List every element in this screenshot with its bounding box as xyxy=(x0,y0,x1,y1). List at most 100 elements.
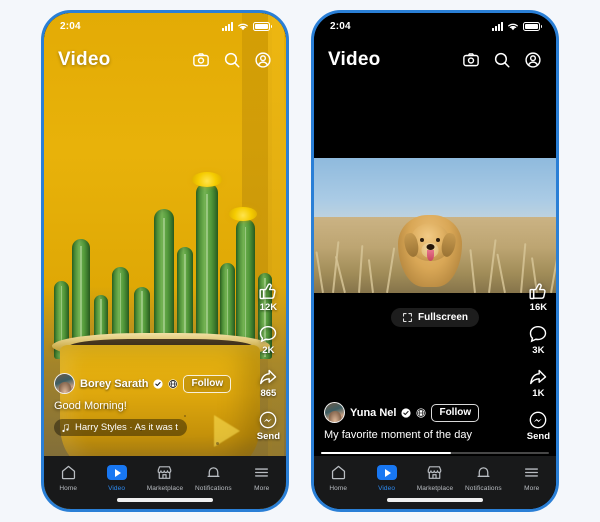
verified-badge-icon xyxy=(153,378,164,389)
nav-item-marketplace[interactable]: Marketplace xyxy=(142,463,188,492)
video-progress-bar[interactable] xyxy=(321,451,549,454)
pot-speck xyxy=(216,442,219,445)
fullscreen-label: Fullscreen xyxy=(417,312,469,323)
nav-item-more[interactable]: More xyxy=(239,463,285,492)
header-actions xyxy=(192,51,272,69)
dog-head xyxy=(402,223,458,261)
camera-icon[interactable] xyxy=(462,51,480,69)
comment-count: 3K xyxy=(532,345,545,356)
post-caption: My favorite moment of the day xyxy=(324,429,472,441)
search-icon[interactable] xyxy=(493,51,511,69)
thumbs-up-icon xyxy=(529,283,547,300)
messenger-icon xyxy=(530,411,547,429)
globe-icon xyxy=(416,407,427,418)
wifi-icon xyxy=(238,23,248,30)
video-icon xyxy=(376,463,397,482)
status-time: 2:04 xyxy=(330,20,351,32)
share-count: 1K xyxy=(532,388,545,399)
send-button[interactable]: Send xyxy=(527,410,550,442)
author-name[interactable]: Yuna Nel xyxy=(350,407,396,419)
nav-label-more: More xyxy=(254,485,270,492)
nav-item-marketplace[interactable]: Marketplace xyxy=(412,463,458,492)
nav-label-video: Video xyxy=(378,485,396,492)
nav-item-notifications[interactable]: Notifications xyxy=(460,463,506,492)
status-indicators xyxy=(492,21,542,31)
like-button[interactable]: 12K xyxy=(258,281,278,313)
camera-icon[interactable] xyxy=(192,51,210,69)
menu-icon xyxy=(253,463,270,482)
share-count: 865 xyxy=(260,388,277,399)
page-title: Video xyxy=(328,49,381,70)
profile-icon[interactable] xyxy=(524,51,542,69)
search-icon[interactable] xyxy=(223,51,241,69)
app-header: Video xyxy=(44,39,286,81)
send-label: Send xyxy=(256,431,280,442)
nav-item-video[interactable]: Video xyxy=(364,463,410,492)
share-arrow-icon xyxy=(530,369,547,385)
avatar[interactable] xyxy=(324,402,345,423)
like-button[interactable]: 16K xyxy=(528,281,548,313)
signal-bars-icon xyxy=(222,21,233,31)
author-name[interactable]: Borey Sarath xyxy=(80,378,148,390)
home-indicator xyxy=(117,498,213,502)
menu-icon xyxy=(523,463,540,482)
follow-button[interactable]: Follow xyxy=(183,374,232,393)
nav-item-notifications[interactable]: Notifications xyxy=(190,463,236,492)
bell-icon xyxy=(475,463,492,482)
nav-label-notifications: Notifications xyxy=(465,485,502,492)
music-attribution-pill[interactable]: Harry Styles · As it was t xyxy=(54,419,187,436)
profile-icon[interactable] xyxy=(254,51,272,69)
status-time: 2:04 xyxy=(60,20,81,32)
cactus-flower xyxy=(229,207,257,221)
send-button[interactable]: Send xyxy=(257,410,280,442)
comment-bubble-icon xyxy=(530,325,547,343)
comment-button[interactable]: 3K xyxy=(528,324,548,356)
battery-icon xyxy=(253,21,272,31)
nav-label-marketplace: Marketplace xyxy=(146,485,184,492)
share-button[interactable]: 1K xyxy=(528,367,548,399)
dog-eye xyxy=(436,238,441,242)
nav-label-home: Home xyxy=(59,485,78,492)
video-progress-fill xyxy=(321,451,451,454)
author-row: Borey Sarath Follow xyxy=(54,373,232,394)
nav-label-marketplace: Marketplace xyxy=(416,485,454,492)
nav-item-home[interactable]: Home xyxy=(315,463,361,492)
post-overlay: Borey Sarath Follow Good Morning! Harry … xyxy=(54,373,232,437)
screenshot-stage: 2:04 Video 12K 2K 865 Send Borey Sarath … xyxy=(0,0,600,522)
comment-bubble-icon xyxy=(260,325,277,343)
nav-label-more: More xyxy=(524,485,540,492)
share-button[interactable]: 865 xyxy=(258,367,278,399)
nav-item-home[interactable]: Home xyxy=(45,463,91,492)
bell-icon xyxy=(205,463,222,482)
video-media-dog[interactable] xyxy=(314,158,556,293)
like-count: 12K xyxy=(259,302,278,313)
share-arrow-icon xyxy=(260,369,277,385)
battery-icon xyxy=(523,21,542,31)
author-row: Yuna Nel Follow xyxy=(324,402,480,423)
dog-body xyxy=(398,215,463,287)
phone-screen-left: 2:04 Video 12K 2K 865 Send Borey Sarath … xyxy=(44,13,286,509)
app-header: Video xyxy=(314,39,556,81)
like-count: 16K xyxy=(529,302,548,313)
comment-button[interactable]: 2K xyxy=(258,324,278,356)
music-note-icon xyxy=(62,424,69,432)
nav-item-video[interactable]: Video xyxy=(94,463,140,492)
nav-label-video: Video xyxy=(108,485,126,492)
globe-icon xyxy=(168,378,179,389)
dog-ear xyxy=(439,231,458,259)
nav-label-home: Home xyxy=(329,485,348,492)
follow-button[interactable]: Follow xyxy=(431,403,480,422)
header-actions xyxy=(462,51,542,69)
action-rail: 12K 2K 865 Send xyxy=(257,281,280,468)
verified-badge-icon xyxy=(401,407,412,418)
home-icon xyxy=(60,463,77,482)
fullscreen-button[interactable]: Fullscreen xyxy=(390,308,480,327)
music-label: Harry Styles · As it was t xyxy=(75,422,178,433)
avatar[interactable] xyxy=(54,373,75,394)
dog-tongue xyxy=(426,250,434,261)
comment-count: 2K xyxy=(262,345,275,356)
status-indicators xyxy=(222,21,272,31)
post-caption: Good Morning! xyxy=(54,400,127,412)
nav-item-more[interactable]: More xyxy=(509,463,555,492)
home-icon xyxy=(330,463,347,482)
